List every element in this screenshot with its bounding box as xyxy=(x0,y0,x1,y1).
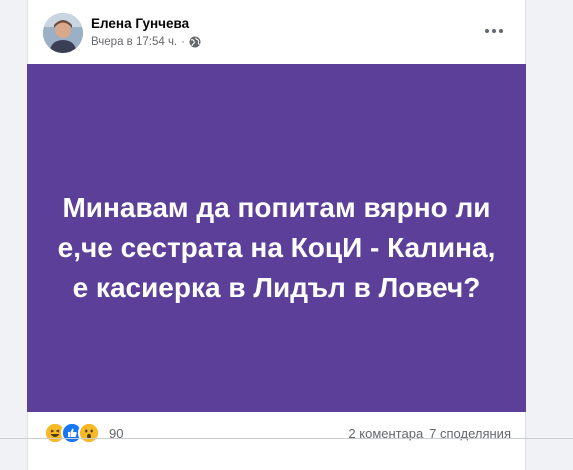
globe-icon xyxy=(189,36,201,48)
wow-reaction-icon xyxy=(78,422,100,444)
divider xyxy=(0,438,573,439)
meta-separator: · xyxy=(181,36,185,48)
post-header: Елена Гунчева Вчера в 17:54 ч. · xyxy=(28,0,525,64)
more-horizontal-icon xyxy=(485,29,489,33)
post-card: Елена Гунчева Вчера в 17:54 ч. · Минавам… xyxy=(27,0,526,470)
post-meta: Вчера в 17:54 ч. · xyxy=(91,36,201,48)
reactions-summary[interactable]: 90 xyxy=(44,422,123,444)
author-name[interactable]: Елена Гунчева xyxy=(91,16,189,31)
post-background: Минавам да попитам вярно ли е,че сестрат… xyxy=(27,64,526,412)
post-text: Минавам да попитам вярно ли е,че сестрат… xyxy=(57,192,496,303)
post-footer: 90 2 коментара 7 споделяния xyxy=(28,412,525,470)
avatar[interactable] xyxy=(43,13,83,53)
post-timestamp[interactable]: Вчера в 17:54 ч. xyxy=(91,36,177,48)
more-options-button[interactable] xyxy=(481,20,507,42)
